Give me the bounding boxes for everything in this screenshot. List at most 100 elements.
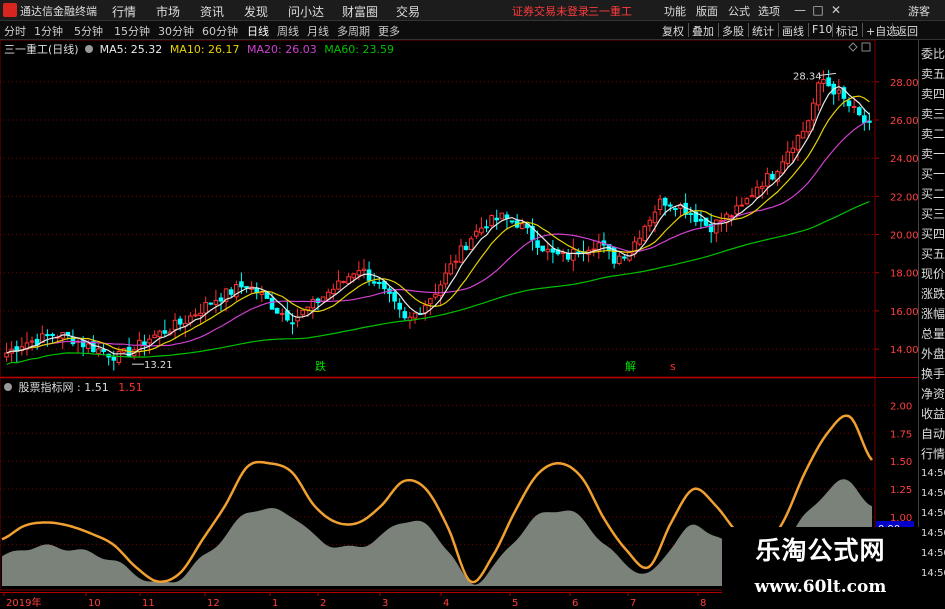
signal-marker: 跌 [315, 359, 326, 373]
candle-body [172, 319, 178, 331]
side-panel-item: 自动 [921, 427, 945, 441]
candle-body [479, 227, 484, 234]
menu-ask[interactable]: 问小达 [288, 3, 324, 20]
side-panel-item: 买五 [921, 247, 945, 261]
period-30min[interactable]: 30分钟 [158, 23, 194, 39]
tool-adjust[interactable]: 复权 [662, 23, 684, 39]
candle-body [305, 306, 311, 311]
minimize-icon[interactable]: — [792, 2, 808, 18]
menu-market[interactable]: 市场 [156, 3, 180, 20]
candle-body [274, 308, 280, 314]
period-5min[interactable]: 5分钟 [74, 23, 103, 39]
title-bar: 通达信金融终端 行情 市场 资讯 发现 问小达 财富圈 交易 证券交易未登录 三… [0, 0, 945, 21]
x-tick-label: 2019年 [6, 596, 41, 609]
candle-body [780, 161, 785, 174]
ma10-label: MA10: 26.17 [169, 43, 240, 56]
price-tick-label: 18.00 [890, 269, 918, 280]
side-panel-item: 委比 [921, 47, 945, 61]
tool-stats[interactable]: 统计 [752, 23, 774, 39]
candle-body [770, 173, 775, 180]
menu-trade[interactable]: 交易 [396, 3, 420, 20]
candle-body [45, 334, 50, 337]
candle-body [351, 273, 357, 279]
candle-body [816, 82, 821, 106]
indicator-settings-icon[interactable] [4, 383, 12, 391]
period-multi[interactable]: 多周期 [337, 23, 370, 39]
candle-body [376, 281, 382, 285]
tool-draw[interactable]: 画线 [782, 23, 804, 39]
tool-overlay[interactable]: 叠加 [692, 23, 714, 39]
menu-wealth-circle[interactable]: 财富圈 [342, 3, 378, 20]
menu-discover[interactable]: 发现 [244, 3, 268, 20]
candle-body [499, 212, 505, 220]
candle-body [239, 281, 244, 288]
chart-canvas[interactable]: 28.0026.0024.0022.0020.0018.0016.0014.00… [0, 40, 918, 609]
guest-user[interactable]: 游客 [908, 3, 930, 19]
candle-body [412, 312, 418, 319]
menu-formula[interactable]: 公式 [728, 3, 750, 19]
candle-body [622, 256, 627, 259]
candle-body [759, 185, 765, 189]
candle-body [765, 173, 770, 187]
candle-body [591, 248, 597, 251]
menu-news[interactable]: 资讯 [200, 3, 224, 20]
close-icon[interactable]: ✕ [828, 2, 844, 18]
period-more[interactable]: 更多 [378, 23, 400, 39]
candle-body [147, 338, 152, 344]
side-panel-item: 买三 [921, 207, 945, 221]
candle-body [637, 237, 642, 245]
candle-body [428, 298, 433, 305]
ma60-label: MA60: 23.59 [324, 43, 394, 56]
quote-side-panel: 委比 卖五 卖四 卖三 卖二 卖一 买一 买二 买三 买四 买五 现价 涨跌 涨幅 总量 外盘 换手 净资 收益 自动… [918, 40, 945, 609]
side-panel-item: 净资 [921, 387, 945, 401]
period-weekly[interactable]: 周线 [277, 23, 299, 39]
side-panel-item: 14:50 [921, 548, 945, 559]
candle-body [790, 147, 796, 154]
period-timeshare[interactable]: 分时 [4, 23, 26, 39]
candle-body [331, 288, 336, 295]
maximize-chart-icon[interactable] [861, 42, 871, 52]
tool-separator [862, 23, 863, 37]
settings-dot-icon[interactable] [85, 45, 94, 53]
candle-body [208, 302, 214, 305]
period-daily[interactable]: 日线 [247, 23, 269, 39]
menu-layout[interactable]: 版面 [696, 3, 718, 19]
period-15min[interactable]: 15分钟 [114, 23, 150, 39]
candle-body [749, 195, 755, 198]
period-60min[interactable]: 60分钟 [202, 23, 238, 39]
login-notice[interactable]: 证券交易未登录 [512, 3, 589, 19]
menu-quotes[interactable]: 行情 [112, 3, 136, 20]
period-1min[interactable]: 1分钟 [34, 23, 63, 39]
candle-body [50, 333, 55, 337]
candle-body [29, 340, 35, 343]
candle-body [371, 281, 377, 284]
menu-options[interactable]: 选项 [758, 3, 780, 19]
side-panel-item: 卖四 [921, 87, 945, 101]
indicator-tick-label: 2.00 [890, 401, 912, 412]
tool-back[interactable]: 返回 [896, 23, 918, 39]
candle-body [504, 214, 510, 219]
candle-body [484, 226, 489, 229]
side-panel-item: 14:50 [921, 508, 945, 519]
tool-separator [748, 23, 749, 37]
high-price-label: 28.34 [793, 71, 822, 82]
period-monthly[interactable]: 月线 [307, 23, 329, 39]
tool-f10[interactable]: F10 [812, 23, 832, 36]
side-panel-item: 卖二 [921, 127, 945, 141]
side-panel-item: 行情 [921, 447, 945, 461]
candle-body [754, 186, 760, 198]
side-panel-item: 涨幅 [921, 307, 945, 321]
menu-function[interactable]: 功能 [664, 3, 686, 19]
tool-multi-stock[interactable]: 多股 [722, 23, 744, 39]
candle-body [361, 268, 367, 272]
diamond-icon[interactable] [848, 42, 858, 52]
maximize-icon[interactable]: □ [810, 2, 826, 18]
candle-body [468, 238, 474, 250]
tool-mark[interactable]: 标记 [836, 23, 858, 39]
x-tick-label: 3 [382, 598, 388, 609]
candle-body [810, 102, 816, 121]
ma10-line [6, 95, 870, 354]
side-panel-item: 14:50 [921, 568, 945, 579]
candle-body [346, 276, 351, 285]
candle-body [101, 348, 106, 353]
